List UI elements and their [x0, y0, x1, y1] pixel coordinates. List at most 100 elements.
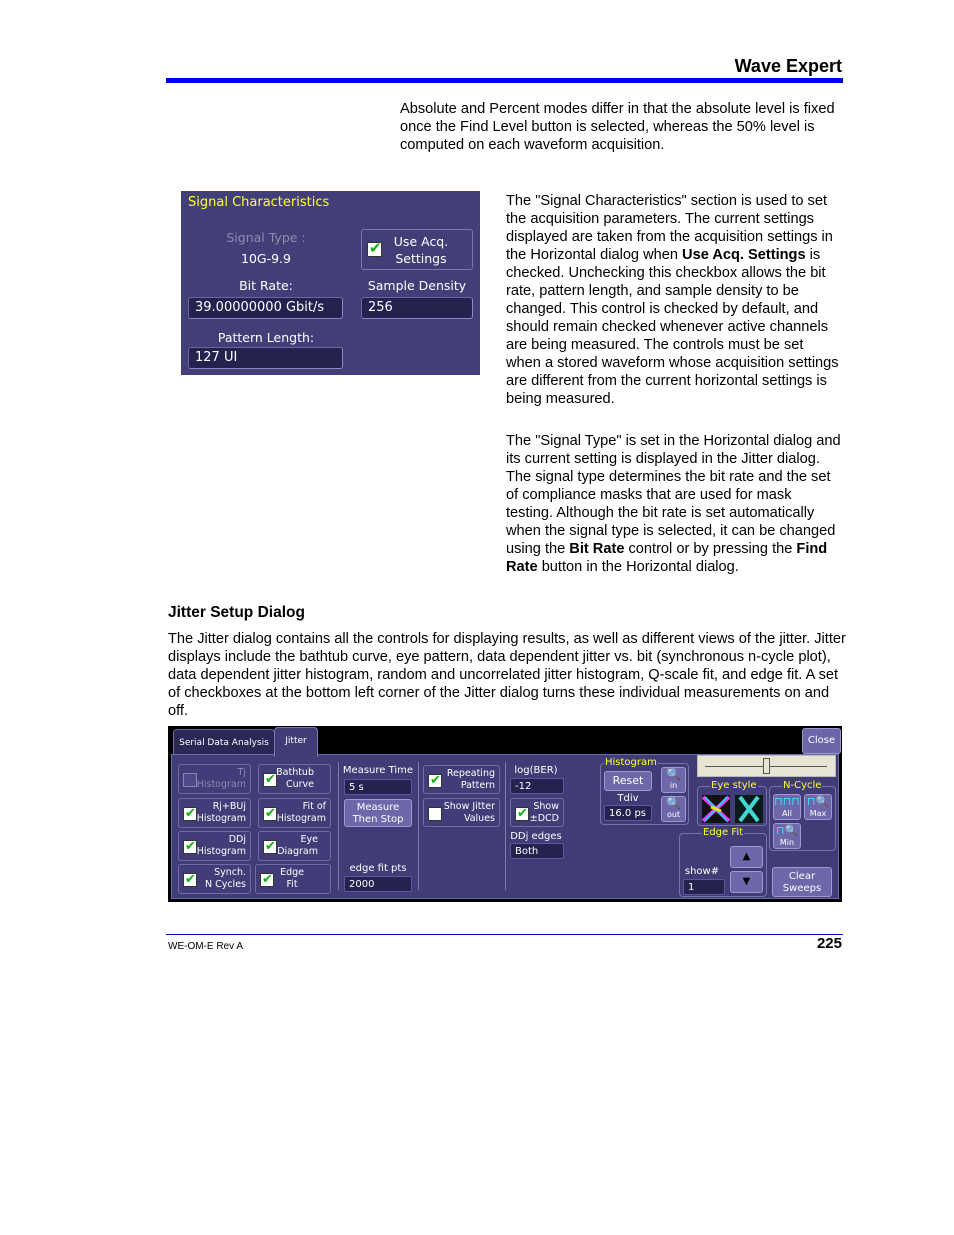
triangle-up-icon: ▲: [742, 851, 751, 862]
n-cycle-max-button[interactable]: ⊓🔍 Max: [804, 794, 832, 820]
checkbox-label: Bathtub Curve: [276, 767, 314, 790]
bit-rate-field[interactable]: 39.00000000 Gbit/s: [188, 297, 343, 319]
paragraph-jitter-dialog: The Jitter dialog contains all the contr…: [168, 631, 846, 719]
checkbox-box: ✔: [515, 806, 529, 821]
tab-jitter[interactable]: Jitter: [274, 727, 318, 757]
paragraph-signal-characteristics: The "Signal Characteristics" section is …: [506, 192, 841, 408]
measure-then-stop-button[interactable]: Measure Then Stop: [344, 799, 412, 827]
checkbox-box: ✔: [183, 872, 197, 887]
button-label: out: [666, 810, 681, 819]
eye-style-color-button[interactable]: [702, 795, 730, 823]
group-title: Edge Fit: [702, 827, 745, 839]
checkbox-box: ✔: [428, 773, 442, 788]
tj-histogram-checkbox[interactable]: Tj Histogram: [178, 764, 251, 794]
bathtub-curve-checkbox[interactable]: ✔ Bathtub Curve: [258, 764, 331, 794]
eye-diagram-checkbox[interactable]: ✔ Eye Diagram: [258, 831, 331, 861]
n-cycle-group: N-Cycle ⊓⊓⊓ All ⊓🔍 Max ⊓🔍 Min: [769, 780, 836, 851]
ddj-edges-label: DDj edges: [510, 831, 562, 842]
bold-term: Use Acq. Settings: [682, 247, 806, 263]
check-icon: ✔: [265, 772, 276, 787]
log-ber-field[interactable]: -12: [510, 778, 564, 794]
measure-time-field[interactable]: 5 s: [344, 779, 412, 795]
use-acq-settings-checkbox[interactable]: ✔ Use Acq. Settings: [361, 229, 473, 270]
edge-fit-up-button[interactable]: ▲: [730, 846, 763, 868]
jitter-dialog: Serial Data Analysis Jitter Close Tj Hist…: [168, 726, 842, 902]
divider: [338, 762, 339, 890]
rj-buj-histogram-checkbox[interactable]: ✔ Rj+BUj Histogram: [178, 798, 251, 828]
show-jitter-values-checkbox[interactable]: Show Jitter Values: [423, 798, 500, 827]
clear-sweeps-button[interactable]: Clear Sweeps: [772, 867, 832, 897]
edge-fit-checkbox[interactable]: ✔ Edge Fit: [255, 864, 331, 894]
check-icon: ✔: [517, 806, 528, 821]
checkbox-box: ✔: [263, 806, 277, 821]
ddj-edges-select[interactable]: Both: [510, 843, 564, 859]
pattern-length-field[interactable]: 127 UI: [188, 347, 343, 369]
triangle-down-icon: ▼: [742, 876, 751, 887]
pattern-length-label: Pattern Length:: [217, 330, 315, 345]
checkbox-box: ✔: [183, 806, 197, 821]
fit-of-histogram-checkbox[interactable]: ✔ Fit of Histogram: [258, 798, 331, 828]
header-rule: [166, 78, 843, 83]
show-dcd-checkbox[interactable]: ✔ Show ±DCD: [510, 798, 564, 827]
check-icon: ✔: [369, 239, 382, 257]
measure-time-label: Measure Time: [342, 765, 414, 776]
signal-characteristics-panel: Signal Characteristics Signal Type : 10G…: [181, 191, 480, 375]
check-icon: ✔: [185, 839, 196, 854]
eye-style-mono-button[interactable]: [735, 795, 763, 823]
ddj-histogram-checkbox[interactable]: ✔ DDj Histogram: [178, 831, 251, 861]
tdiv-field[interactable]: 16.0 ps: [604, 805, 652, 821]
eye-style-group: Eye style: [697, 780, 767, 826]
checkbox-label: Tj Histogram: [196, 767, 246, 790]
edge-fit-pts-field[interactable]: 2000: [344, 876, 412, 892]
group-title: Histogram: [604, 757, 658, 769]
checkbox-label: Eye Diagram: [277, 834, 318, 857]
checkbox-box: ✔: [263, 839, 277, 854]
sample-density-label: Sample Density: [367, 278, 467, 293]
show-number-label: show#: [684, 866, 720, 877]
close-button[interactable]: Close: [802, 728, 841, 754]
text: control or by pressing the: [624, 541, 797, 557]
check-icon: ✔: [185, 806, 196, 821]
bold-term: Bit Rate: [569, 541, 625, 557]
button-label: Min: [779, 838, 795, 847]
divider: [418, 762, 419, 890]
group-title: Eye style: [710, 780, 758, 792]
square-wave-magnifier-icon: ⊓🔍: [775, 824, 799, 837]
button-label: All: [782, 809, 792, 818]
checkbox-label: Rj+BUj Histogram: [196, 801, 246, 824]
histogram-reset-button[interactable]: Reset: [604, 771, 652, 791]
check-icon: ✔: [265, 806, 276, 821]
show-number-field[interactable]: 1: [683, 879, 725, 895]
checkbox-label: Edge Fit: [280, 867, 304, 890]
signal-type-value: 10G-9.9: [241, 251, 291, 266]
checkbox-label: DDj Histogram: [196, 834, 246, 857]
n-cycle-min-button[interactable]: ⊓🔍 Min: [773, 823, 801, 849]
checkbox-label: Repeating Pattern: [446, 768, 495, 791]
repeating-pattern-checkbox[interactable]: ✔ Repeating Pattern: [423, 765, 500, 794]
tdiv-label: Tdiv: [617, 793, 639, 804]
checkbox-box: ✔: [183, 839, 197, 854]
checkbox-box: [183, 773, 197, 787]
edge-fit-down-button[interactable]: ▼: [730, 871, 763, 893]
synch-n-cycles-checkbox[interactable]: ✔ Synch. N Cycles: [178, 864, 251, 894]
panel-title: Signal Characteristics: [188, 195, 330, 210]
tab-serial-data-analysis[interactable]: Serial Data Analysis: [173, 729, 275, 757]
checkbox-label: Use Acq.: [393, 234, 449, 249]
slider-thumb[interactable]: [763, 758, 770, 774]
zoom-out-button[interactable]: 🔍 out: [661, 796, 686, 822]
edge-fit-group: Edge Fit show# 1 ▲ ▼: [679, 827, 767, 897]
checkbox-box: ✔: [260, 872, 274, 887]
display-slider[interactable]: [697, 755, 836, 777]
bit-rate-label: Bit Rate:: [239, 278, 293, 293]
magnifier-minus-icon: 🔍: [666, 796, 681, 810]
zoom-in-button[interactable]: 🔍 in: [661, 767, 686, 793]
checkbox-box: [428, 807, 442, 821]
text: The "Signal Type" is set in the Horizont…: [506, 433, 841, 557]
edge-fit-pts-label: edge fit pts: [349, 863, 407, 874]
checkbox-label: Show ±DCD: [529, 801, 559, 824]
n-cycle-all-button[interactable]: ⊓⊓⊓ All: [773, 794, 801, 820]
sample-density-field[interactable]: 256: [361, 297, 473, 319]
checkbox-box: ✔: [263, 772, 277, 787]
divider: [505, 762, 506, 890]
page-number: 225: [816, 935, 842, 952]
